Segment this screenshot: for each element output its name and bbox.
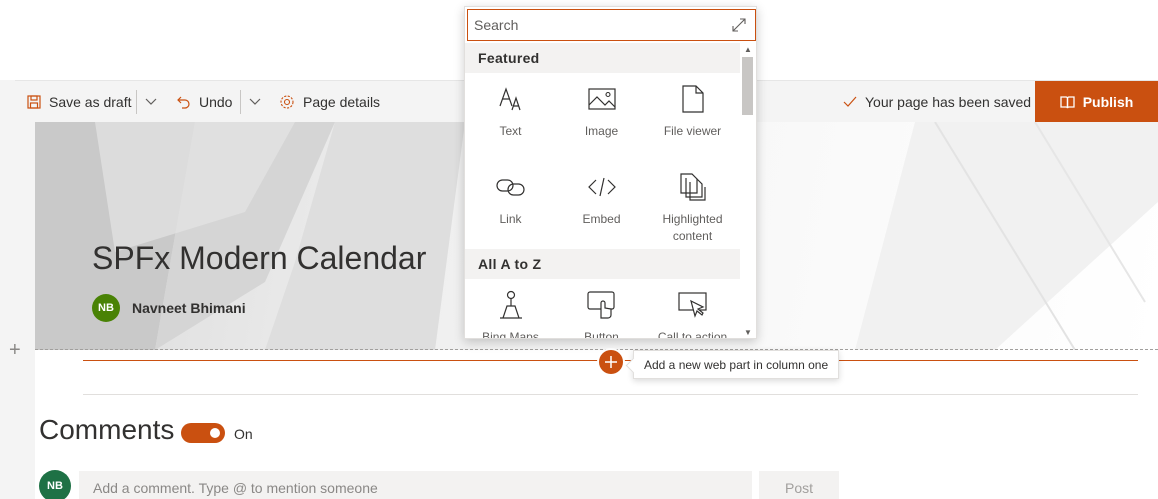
post-button[interactable]: Post [759,471,839,499]
button-icon [586,291,615,319]
web-part-label: Call to action [657,330,728,339]
undo-icon [177,96,190,109]
page-title[interactable]: SPFx Modern Calendar [92,240,426,277]
avatar: NB [39,470,71,499]
add-section-icon[interactable]: + [9,340,21,360]
web-part-label: Image [584,124,619,138]
web-part-file-viewer[interactable]: File viewer [647,73,738,161]
web-part-call-to-action[interactable]: Call to action [647,279,738,339]
gear-icon [280,95,294,109]
save-icon [27,95,41,109]
book-icon [1060,95,1075,108]
scroll-up-icon[interactable]: ▲ [744,45,752,54]
author-byline[interactable]: NB Navneet Bhimani [92,294,246,322]
scroll-down-icon[interactable]: ▼ [744,328,752,337]
web-part-label: Bing Maps [482,330,539,339]
highlighted-content-icon [679,173,706,201]
web-part-text[interactable]: Text [465,73,556,161]
toolbox-search-box [467,9,756,41]
web-part-label: Link [499,212,522,226]
toolbox-list: Featured Text Image File viewer Link Emb… [465,43,740,339]
section-boundary [35,349,1158,350]
undo-label: Undo [199,94,233,110]
add-web-part-tooltip: Add a new web part in column one [633,350,840,379]
canvas-gutter [15,122,35,499]
page-details-button[interactable]: Page details [279,81,380,123]
web-part-label: Highlighted content [662,212,723,243]
save-as-draft-button[interactable]: Save as draft [27,81,132,123]
save-status: Your page has been saved [843,81,1031,123]
web-part-label: Text [499,124,522,138]
web-part-label: Button [584,330,619,339]
web-part-label: File viewer [663,124,722,138]
save-as-draft-label: Save as draft [49,94,132,110]
left-gutter [0,80,15,499]
search-input[interactable] [474,10,724,40]
az-grid: Bing Maps Button Call to action [465,279,740,339]
undo-button[interactable]: Undo [177,81,232,123]
expand-icon[interactable] [731,17,747,33]
checkmark-icon [843,96,857,107]
comment-input[interactable] [79,471,752,499]
add-web-part-button[interactable] [599,350,623,374]
chevron-down-icon [249,98,261,105]
plus-icon [605,356,617,368]
web-part-button[interactable]: Button [556,279,647,339]
toolbox-scrollbar[interactable]: ▲ ▼ [740,43,756,338]
all-a-to-z-heading: All A to Z [465,249,740,279]
comments-toggle[interactable] [181,423,225,443]
publish-label: Publish [1082,94,1134,110]
bing-maps-icon [499,290,522,319]
link-icon [495,179,525,196]
save-status-text: Your page has been saved [865,94,1032,110]
web-part-toolbox: Featured Text [464,6,757,339]
web-part-image[interactable]: Image [556,73,647,161]
divider [136,90,137,114]
undo-options-dropdown[interactable] [249,81,261,123]
toggle-knob [210,428,220,438]
page-details-label: Page details [303,94,381,110]
save-options-dropdown[interactable] [145,81,157,123]
web-part-highlighted-content[interactable]: Highlighted content [647,161,738,249]
call-to-action-icon [677,292,707,318]
featured-heading: Featured [465,43,740,73]
web-part-link[interactable]: Link [465,161,556,249]
author-name: Navneet Bhimani [132,300,246,316]
chevron-down-icon [145,98,157,105]
sharepoint-page-editor: Save as draft Undo Page details Your pag… [0,0,1158,499]
file-viewer-icon [681,85,704,113]
comments-toggle-label: On [234,426,253,442]
text-icon [498,87,521,111]
web-part-bing-maps[interactable]: Bing Maps [465,279,556,339]
divider [240,90,241,114]
publish-button[interactable]: Publish [1035,81,1158,123]
divider [83,394,1138,395]
image-icon [587,88,616,110]
scrollbar-thumb[interactable] [742,57,753,115]
web-part-embed[interactable]: Embed [556,161,647,249]
featured-grid: Text Image File viewer Link Embed Highli… [465,73,740,249]
avatar: NB [92,294,120,322]
comments-heading: Comments [39,414,175,445]
embed-icon [587,177,616,197]
web-part-label: Embed [582,212,621,226]
